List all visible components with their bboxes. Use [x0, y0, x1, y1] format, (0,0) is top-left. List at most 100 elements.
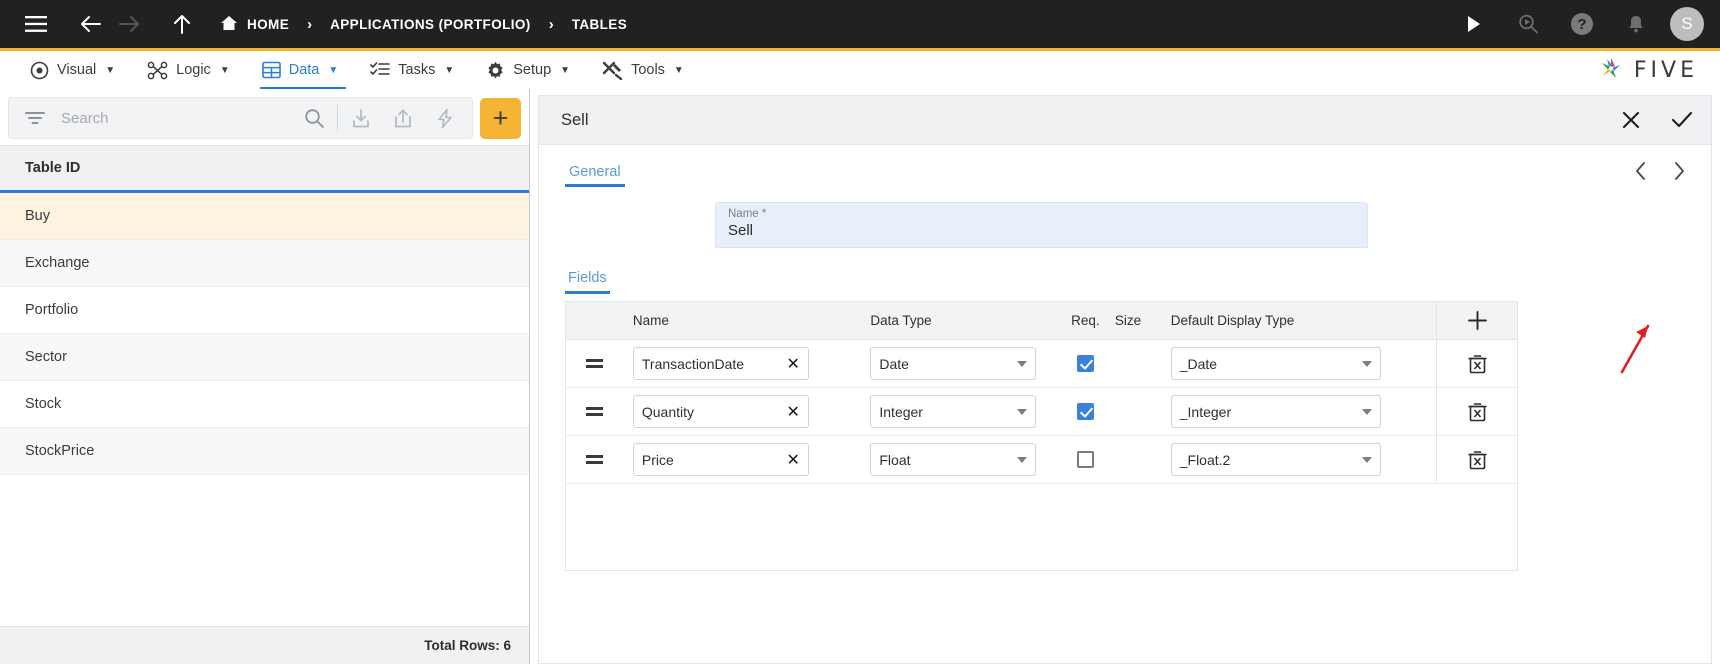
download-import-icon[interactable]	[340, 98, 382, 138]
plus-icon: +	[492, 102, 509, 133]
add-table-button[interactable]: +	[480, 97, 521, 139]
menu-item-data[interactable]: Data ▼	[246, 51, 355, 90]
clear-icon[interactable]: ✕	[786, 402, 799, 422]
tab-fields[interactable]: Fields	[565, 268, 610, 294]
field-display-type-cell: _Integer	[1170, 395, 1436, 428]
field-name-input[interactable]: TransactionDate ✕	[632, 347, 809, 380]
five-wordmark: FIVE	[1633, 57, 1698, 83]
clear-icon[interactable]: ✕	[786, 354, 799, 374]
clear-icon[interactable]: ✕	[786, 450, 799, 470]
field-display-type-select[interactable]: _Date	[1170, 347, 1381, 380]
tab-fields-label: Fields	[568, 270, 607, 286]
field-display-type-select[interactable]: _Float.2	[1170, 443, 1381, 476]
menu-item-logic[interactable]: Logic ▼	[131, 51, 246, 89]
field-datatype-value: Date	[879, 355, 909, 372]
header-name-col: Name	[632, 313, 669, 328]
field-name-value: TransactionDate	[641, 355, 745, 372]
menu-item-tasks[interactable]: Tasks ▼	[354, 51, 470, 89]
field-name-value: Quantity	[641, 403, 695, 420]
detail-panel: Sell General Name * Sell Fields Name Dat…	[530, 89, 1720, 664]
play-run-icon[interactable]	[1454, 4, 1494, 44]
field-datatype-select[interactable]: Date	[870, 347, 1037, 380]
field-name-input[interactable]: Quantity ✕	[632, 395, 809, 428]
required-checkbox[interactable]	[1076, 355, 1094, 372]
field-required-cell	[1056, 451, 1115, 468]
detail-body: General Name * Sell Fields Name Data Typ…	[538, 145, 1712, 664]
field-display-type-select[interactable]: _Integer	[1170, 395, 1381, 428]
tables-list: Table ID Buy Exchange Portfolio Sector S…	[0, 145, 529, 664]
delete-field-button[interactable]	[1436, 436, 1517, 483]
field-name-input[interactable]: Price ✕	[632, 443, 809, 476]
chevron-down-icon: ▼	[444, 64, 455, 76]
row-drag-handle[interactable]	[566, 407, 624, 416]
table-name: Buy	[25, 208, 50, 224]
chevron-left-icon[interactable]	[1635, 162, 1647, 184]
required-checkbox[interactable]	[1076, 403, 1094, 420]
list-item[interactable]: Exchange	[0, 240, 529, 287]
chevron-down-icon: ▼	[673, 64, 684, 76]
menu-label-setup: Setup	[513, 62, 552, 78]
list-item[interactable]: Stock	[0, 381, 529, 428]
name-field[interactable]: Name * Sell	[715, 202, 1368, 248]
task-list-icon	[370, 61, 391, 79]
field-name-cell: Quantity ✕	[624, 395, 871, 428]
confirm-check-icon[interactable]	[1671, 110, 1693, 130]
table-row: Price ✕ Float _Float.2	[566, 436, 1517, 484]
menu-item-tools[interactable]: Tools ▼	[586, 51, 700, 89]
required-checkbox[interactable]	[1076, 451, 1094, 468]
chevron-down-icon: ▼	[105, 64, 116, 76]
upload-share-icon[interactable]	[382, 98, 424, 138]
record-pager	[1635, 160, 1685, 184]
up-arrow-icon[interactable]	[162, 4, 202, 44]
five-star-icon	[1597, 54, 1625, 87]
table-name: Stock	[25, 396, 62, 412]
chevron-right-icon[interactable]	[1673, 162, 1685, 184]
delete-field-button[interactable]	[1436, 340, 1517, 387]
list-item[interactable]: Buy	[0, 193, 529, 240]
menu-item-visual[interactable]: Visual ▼	[14, 51, 131, 89]
breadcrumb-tables[interactable]: TABLES	[568, 17, 631, 32]
close-icon[interactable]	[1621, 110, 1641, 130]
tables-list-rows: Buy Exchange Portfolio Sector Stock Stoc…	[0, 193, 529, 626]
tab-general[interactable]: General	[565, 160, 625, 187]
row-drag-handle[interactable]	[566, 455, 624, 464]
search-box[interactable]	[8, 97, 473, 139]
lightning-icon[interactable]	[424, 98, 466, 138]
chevron-down-icon	[1017, 408, 1028, 415]
user-avatar[interactable]: S	[1670, 7, 1704, 41]
search-input[interactable]	[55, 108, 293, 128]
top-bar-actions: ? S	[1454, 4, 1704, 44]
field-required-cell	[1056, 355, 1115, 372]
field-required-cell	[1056, 403, 1115, 420]
drag-handle-icon	[586, 407, 604, 416]
search-play-icon[interactable]	[1508, 4, 1548, 44]
toolbar-divider	[337, 105, 338, 131]
menu-item-setup[interactable]: Setup ▼	[470, 51, 586, 89]
detail-tabbar: General	[565, 145, 1685, 187]
field-datatype-value: Float	[879, 451, 911, 468]
filter-icon[interactable]	[15, 111, 55, 125]
breadcrumb-home[interactable]: HOME	[216, 15, 293, 34]
table-grid-icon	[261, 61, 281, 79]
row-drag-handle[interactable]	[566, 359, 624, 368]
list-item[interactable]: StockPrice	[0, 428, 529, 475]
menu-label-tools: Tools	[631, 62, 665, 78]
magnifier-icon[interactable]	[293, 98, 335, 138]
menu-label-tasks: Tasks	[398, 62, 436, 78]
field-datatype-select[interactable]: Float	[870, 443, 1037, 476]
chevron-down-icon	[1017, 360, 1028, 367]
list-item[interactable]: Portfolio	[0, 287, 529, 334]
field-datatype-select[interactable]: Integer	[870, 395, 1037, 428]
forward-arrow-icon[interactable]	[110, 4, 150, 44]
add-field-row-button[interactable]	[1436, 302, 1517, 339]
back-arrow-icon[interactable]	[70, 4, 110, 44]
chevron-down-icon: ▼	[219, 64, 230, 76]
bell-notifications-icon[interactable]	[1616, 4, 1656, 44]
help-icon[interactable]: ?	[1562, 4, 1602, 44]
breadcrumb-applications[interactable]: APPLICATIONS (PORTFOLIO)	[326, 17, 535, 32]
list-item[interactable]: Sector	[0, 334, 529, 381]
hamburger-menu-icon[interactable]	[16, 4, 56, 44]
menu-label-data: Data	[288, 62, 320, 78]
delete-field-button[interactable]	[1436, 388, 1517, 435]
total-rows-label: Total Rows: 6	[424, 638, 511, 653]
